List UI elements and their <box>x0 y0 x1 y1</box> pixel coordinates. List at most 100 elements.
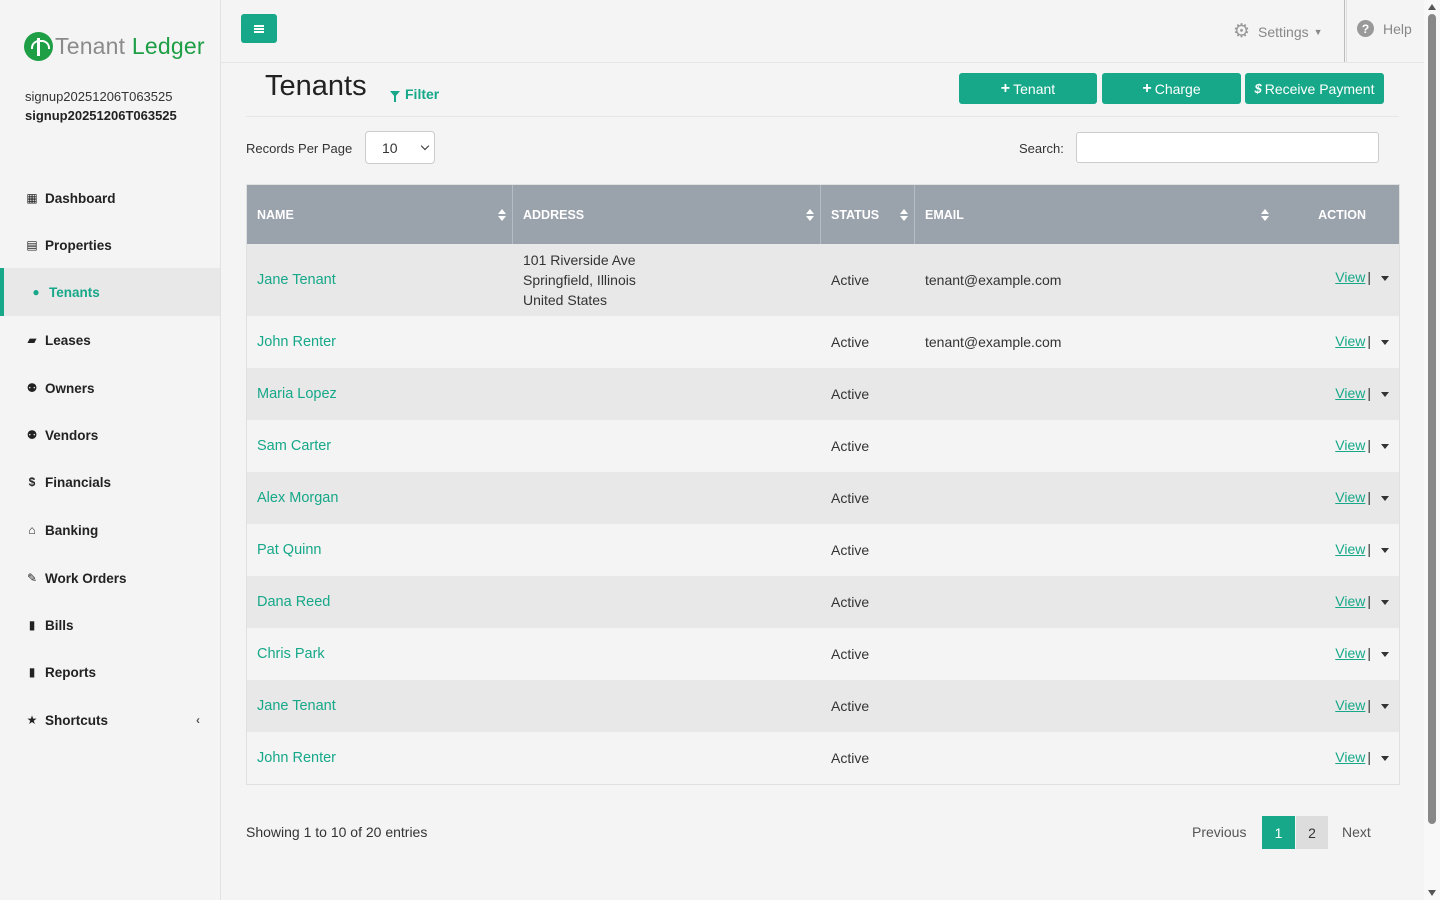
sidebar-item-bills[interactable]: ▮ Bills <box>0 602 220 648</box>
table-row: Alex Morgan Active View | <box>247 472 1399 524</box>
scroll-down-icon[interactable] <box>1428 890 1436 896</box>
caret-down-icon[interactable] <box>1381 276 1389 281</box>
sidebar-item-label: Financials <box>45 474 112 490</box>
column-header-status[interactable]: STATUS <box>821 185 915 244</box>
topbar-divider-line <box>221 62 1424 63</box>
add-charge-button[interactable]: + Charge <box>1102 73 1241 104</box>
records-per-page-value: 10 <box>382 139 398 156</box>
sidebar-item-shortcuts[interactable]: ★ Shortcuts ‹ <box>0 697 220 743</box>
caret-down-icon[interactable] <box>1381 600 1389 605</box>
tenant-email <box>915 420 1271 472</box>
caret-down-icon[interactable] <box>1381 392 1389 397</box>
pagination-page-2[interactable]: 2 <box>1296 816 1328 849</box>
filter-toggle[interactable]: Filter <box>390 86 439 102</box>
sidebar-item-banking[interactable]: ⌂ Banking <box>0 507 220 553</box>
sort-icon <box>498 209 506 221</box>
users-icon: ⚉ <box>26 381 38 395</box>
sort-icon <box>1261 209 1269 221</box>
tenant-address <box>513 628 821 680</box>
sidebar-item-reports[interactable]: ▮ Reports <box>0 649 220 695</box>
row-actions: View | <box>1271 244 1399 316</box>
brand-logo[interactable]: Tenant Ledger <box>24 32 205 61</box>
sidebar-item-vendors[interactable]: ⚉ Vendors <box>0 412 220 458</box>
pagination-page-1[interactable]: 1 <box>1262 816 1295 849</box>
caret-down-icon[interactable] <box>1381 704 1389 709</box>
pagination-next[interactable]: Next <box>1342 824 1371 840</box>
tenant-email <box>915 472 1271 524</box>
tenant-name-link[interactable]: John Renter <box>247 316 513 368</box>
column-header-address[interactable]: ADDRESS <box>513 185 821 244</box>
settings-menu[interactable]: ⚙ Settings ▼ <box>1233 20 1323 43</box>
caret-down-icon[interactable] <box>1381 340 1389 345</box>
caret-down-icon[interactable] <box>1381 496 1389 501</box>
scrollbar-thumb[interactable] <box>1428 14 1436 824</box>
view-link[interactable]: View <box>1335 749 1365 765</box>
tenant-name-link[interactable]: Maria Lopez <box>247 368 513 420</box>
sidebar-toggle-button[interactable] <box>241 14 277 43</box>
sidebar-item-owners[interactable]: ⚉ Owners <box>0 365 220 411</box>
th-large-icon: ▦ <box>26 191 38 205</box>
tenant-status: Active <box>831 438 870 454</box>
sidebar-item-dashboard[interactable]: ▦ Dashboard <box>0 175 220 221</box>
add-tenant-button[interactable]: + Tenant <box>959 73 1097 104</box>
user-icon: ● <box>32 285 40 299</box>
tenant-email <box>915 680 1271 732</box>
sidebar-item-financials[interactable]: $ Financials <box>0 459 220 505</box>
tenant-name-link[interactable]: Jane Tenant <box>247 680 513 732</box>
receive-payment-button[interactable]: $ Receive Payment <box>1245 73 1384 104</box>
row-actions: View | <box>1271 576 1399 628</box>
help-link[interactable]: ? Help <box>1357 20 1412 37</box>
sidebar-item-work-orders[interactable]: ✎ Work Orders <box>0 555 220 601</box>
sidebar-item-label: Properties <box>45 237 112 253</box>
column-header-email[interactable]: EMAIL <box>915 185 1275 244</box>
table-row: John Renter Active View | <box>247 732 1399 784</box>
bank-icon: ⌂ <box>28 523 36 537</box>
star-icon: ★ <box>26 713 38 727</box>
view-link[interactable]: View <box>1335 437 1365 453</box>
column-header-name[interactable]: NAME <box>247 185 513 244</box>
caret-down-icon[interactable] <box>1381 444 1389 449</box>
tenant-address <box>513 576 821 628</box>
search-input[interactable] <box>1076 132 1379 163</box>
caret-down-icon[interactable] <box>1381 756 1389 761</box>
edit-icon: ✎ <box>26 571 38 585</box>
view-link[interactable]: View <box>1335 269 1365 285</box>
header-divider <box>246 116 1399 117</box>
help-label: Help <box>1383 20 1412 37</box>
view-link[interactable]: View <box>1335 489 1365 505</box>
action-separator: | <box>1367 593 1371 609</box>
records-per-page-select[interactable]: 10 <box>365 131 435 164</box>
tenant-name-link[interactable]: Pat Quinn <box>247 524 513 576</box>
tenant-name-link[interactable]: John Renter <box>247 732 513 784</box>
sidebar-item-label: Leases <box>45 332 91 348</box>
action-separator: | <box>1367 645 1371 661</box>
tenant-address <box>513 472 821 524</box>
tenant-name-link[interactable]: Dana Reed <box>247 576 513 628</box>
tenant-name-link[interactable]: Sam Carter <box>247 420 513 472</box>
view-link[interactable]: View <box>1335 593 1365 609</box>
sidebar-item-tenants[interactable]: ● Tenants <box>0 268 220 316</box>
tenant-name-link[interactable]: Alex Morgan <box>247 472 513 524</box>
tenant-address <box>513 524 821 576</box>
vertical-scrollbar[interactable] <box>1424 0 1440 900</box>
tenant-name-link[interactable]: Jane Tenant <box>247 244 513 316</box>
sidebar-item-leases[interactable]: ▰ Leases <box>0 317 220 363</box>
caret-down-icon[interactable] <box>1381 548 1389 553</box>
plus-icon: + <box>1000 79 1011 97</box>
view-link[interactable]: View <box>1335 333 1365 349</box>
tenant-address: 101 Riverside Ave Springfield, Illinois Un… <box>513 244 821 316</box>
sidebar-item-label: Banking <box>45 522 99 538</box>
view-link[interactable]: View <box>1335 697 1365 713</box>
sidebar-item-properties[interactable]: ▤ Properties <box>0 222 220 268</box>
caret-down-icon[interactable] <box>1381 652 1389 657</box>
view-link[interactable]: View <box>1335 645 1365 661</box>
tenant-name-link[interactable]: Chris Park <box>247 628 513 680</box>
tenants-table: NAME ADDRESS STATUS EMAIL ACTION Jane Te… <box>246 184 1400 785</box>
view-link[interactable]: View <box>1335 541 1365 557</box>
chevron-left-icon[interactable]: ‹ <box>196 713 200 727</box>
pagination-previous[interactable]: Previous <box>1192 824 1246 840</box>
tenant-status: Active <box>831 272 870 288</box>
view-link[interactable]: View <box>1335 385 1365 401</box>
tenant-address <box>513 316 821 368</box>
scroll-up-icon[interactable] <box>1428 4 1436 10</box>
